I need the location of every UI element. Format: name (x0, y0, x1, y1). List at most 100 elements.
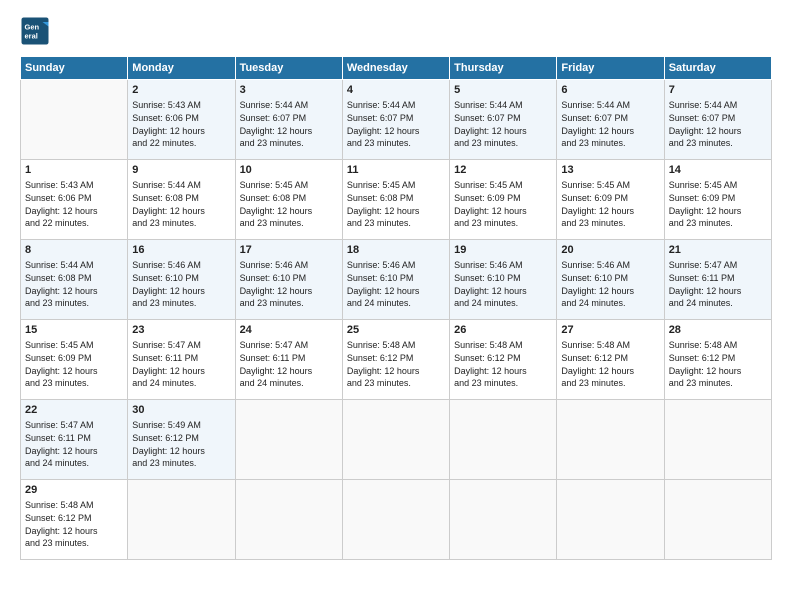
sunset-label: Sunset: 6:11 PM (132, 353, 198, 363)
daylight-minutes: and 24 minutes. (132, 378, 196, 388)
sunrise-label: Sunrise: 5:47 AM (240, 340, 309, 350)
daylight-minutes: and 23 minutes. (347, 218, 411, 228)
logo: Gen eral (20, 16, 54, 46)
calendar-cell (342, 400, 449, 480)
sunrise-label: Sunrise: 5:43 AM (25, 180, 94, 190)
calendar-cell (21, 80, 128, 160)
sunrise-label: Sunrise: 5:45 AM (25, 340, 94, 350)
sunset-label: Sunset: 6:08 PM (240, 193, 307, 203)
sunset-label: Sunset: 6:10 PM (347, 273, 414, 283)
sunset-label: Sunset: 6:07 PM (669, 113, 736, 123)
day-number: 4 (347, 83, 445, 98)
daylight-label: Daylight: 12 hours (347, 126, 420, 136)
day-header-saturday: Saturday (664, 57, 771, 80)
daylight-minutes: and 24 minutes. (240, 378, 304, 388)
daylight-label: Daylight: 12 hours (132, 286, 205, 296)
sunrise-label: Sunrise: 5:46 AM (132, 260, 201, 270)
day-number: 25 (347, 323, 445, 338)
daylight-label: Daylight: 12 hours (669, 366, 742, 376)
daylight-label: Daylight: 12 hours (25, 446, 98, 456)
calendar-cell (235, 480, 342, 560)
calendar-cell (664, 400, 771, 480)
sunrise-label: Sunrise: 5:49 AM (132, 420, 201, 430)
day-number: 19 (454, 243, 552, 258)
day-number: 23 (132, 323, 230, 338)
daylight-minutes: and 24 minutes. (561, 298, 625, 308)
daylight-label: Daylight: 12 hours (561, 366, 634, 376)
daylight-label: Daylight: 12 hours (454, 286, 527, 296)
day-number: 9 (132, 163, 230, 178)
daylight-label: Daylight: 12 hours (454, 366, 527, 376)
sunrise-label: Sunrise: 5:45 AM (240, 180, 309, 190)
daylight-label: Daylight: 12 hours (240, 206, 313, 216)
calendar-cell: 20Sunrise: 5:46 AMSunset: 6:10 PMDayligh… (557, 240, 664, 320)
daylight-minutes: and 23 minutes. (347, 378, 411, 388)
calendar-cell (557, 480, 664, 560)
sunset-label: Sunset: 6:11 PM (25, 433, 91, 443)
day-number: 22 (25, 403, 123, 418)
daylight-minutes: and 23 minutes. (347, 138, 411, 148)
sunrise-label: Sunrise: 5:46 AM (561, 260, 630, 270)
daylight-label: Daylight: 12 hours (561, 286, 634, 296)
calendar-cell (128, 480, 235, 560)
daylight-minutes: and 24 minutes. (347, 298, 411, 308)
svg-text:eral: eral (25, 32, 38, 41)
sunset-label: Sunset: 6:12 PM (132, 433, 199, 443)
daylight-minutes: and 23 minutes. (669, 218, 733, 228)
sunrise-label: Sunrise: 5:46 AM (347, 260, 416, 270)
sunset-label: Sunset: 6:09 PM (25, 353, 92, 363)
day-number: 24 (240, 323, 338, 338)
sunrise-label: Sunrise: 5:45 AM (561, 180, 630, 190)
calendar-cell: 10Sunrise: 5:45 AMSunset: 6:08 PMDayligh… (235, 160, 342, 240)
daylight-minutes: and 22 minutes. (132, 138, 196, 148)
daylight-minutes: and 24 minutes. (669, 298, 733, 308)
calendar-cell: 14Sunrise: 5:45 AMSunset: 6:09 PMDayligh… (664, 160, 771, 240)
calendar-cell: 3Sunrise: 5:44 AMSunset: 6:07 PMDaylight… (235, 80, 342, 160)
calendar-cell: 15Sunrise: 5:45 AMSunset: 6:09 PMDayligh… (21, 320, 128, 400)
calendar-header-row: SundayMondayTuesdayWednesdayThursdayFrid… (21, 57, 772, 80)
calendar: SundayMondayTuesdayWednesdayThursdayFrid… (20, 56, 772, 560)
daylight-label: Daylight: 12 hours (669, 286, 742, 296)
day-number: 20 (561, 243, 659, 258)
sunrise-label: Sunrise: 5:44 AM (561, 100, 630, 110)
calendar-cell: 30Sunrise: 5:49 AMSunset: 6:12 PMDayligh… (128, 400, 235, 480)
calendar-week-1: 1Sunrise: 5:43 AMSunset: 6:06 PMDaylight… (21, 160, 772, 240)
daylight-minutes: and 23 minutes. (561, 138, 625, 148)
day-number: 2 (132, 83, 230, 98)
calendar-cell: 29Sunrise: 5:48 AMSunset: 6:12 PMDayligh… (21, 480, 128, 560)
daylight-label: Daylight: 12 hours (25, 366, 98, 376)
sunset-label: Sunset: 6:07 PM (347, 113, 414, 123)
daylight-minutes: and 23 minutes. (132, 458, 196, 468)
calendar-cell: 28Sunrise: 5:48 AMSunset: 6:12 PMDayligh… (664, 320, 771, 400)
calendar-cell: 22Sunrise: 5:47 AMSunset: 6:11 PMDayligh… (21, 400, 128, 480)
sunrise-label: Sunrise: 5:44 AM (132, 180, 201, 190)
daylight-label: Daylight: 12 hours (561, 126, 634, 136)
sunrise-label: Sunrise: 5:47 AM (132, 340, 201, 350)
day-number: 26 (454, 323, 552, 338)
sunset-label: Sunset: 6:12 PM (561, 353, 628, 363)
calendar-cell (664, 480, 771, 560)
daylight-label: Daylight: 12 hours (454, 206, 527, 216)
calendar-cell: 2Sunrise: 5:43 AMSunset: 6:06 PMDaylight… (128, 80, 235, 160)
sunrise-label: Sunrise: 5:48 AM (454, 340, 523, 350)
calendar-week-5: 29Sunrise: 5:48 AMSunset: 6:12 PMDayligh… (21, 480, 772, 560)
daylight-minutes: and 23 minutes. (454, 378, 518, 388)
calendar-cell: 24Sunrise: 5:47 AMSunset: 6:11 PMDayligh… (235, 320, 342, 400)
daylight-label: Daylight: 12 hours (25, 286, 98, 296)
daylight-label: Daylight: 12 hours (347, 286, 420, 296)
daylight-minutes: and 23 minutes. (669, 138, 733, 148)
calendar-cell: 17Sunrise: 5:46 AMSunset: 6:10 PMDayligh… (235, 240, 342, 320)
sunset-label: Sunset: 6:08 PM (347, 193, 414, 203)
calendar-cell: 7Sunrise: 5:44 AMSunset: 6:07 PMDaylight… (664, 80, 771, 160)
sunset-label: Sunset: 6:07 PM (561, 113, 628, 123)
day-header-sunday: Sunday (21, 57, 128, 80)
day-number: 29 (25, 483, 123, 498)
sunrise-label: Sunrise: 5:44 AM (25, 260, 94, 270)
sunrise-label: Sunrise: 5:44 AM (240, 100, 309, 110)
day-number: 14 (669, 163, 767, 178)
daylight-label: Daylight: 12 hours (347, 206, 420, 216)
daylight-minutes: and 23 minutes. (240, 298, 304, 308)
day-number: 17 (240, 243, 338, 258)
calendar-cell (235, 400, 342, 480)
sunset-label: Sunset: 6:06 PM (132, 113, 199, 123)
